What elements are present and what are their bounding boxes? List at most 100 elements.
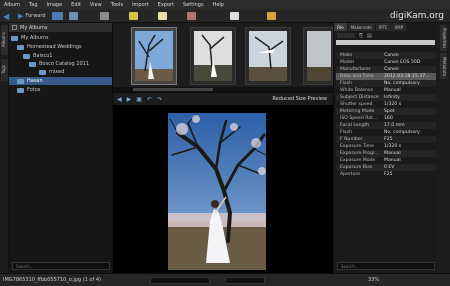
metadata-row[interactable]: Exposure Bias 0 EV bbox=[336, 164, 436, 171]
thumbnail-image bbox=[249, 31, 287, 81]
menu-album[interactable]: Album bbox=[4, 2, 20, 8]
menu-import[interactable]: Import bbox=[132, 2, 149, 8]
metadata-row[interactable]: Manufacturer Canon bbox=[336, 66, 436, 73]
menubar: Album Tag Image Edit View Tools Import E… bbox=[0, 0, 450, 9]
thumbnail-scrollbar[interactable] bbox=[113, 87, 333, 92]
metadata-value: Manual bbox=[384, 158, 401, 163]
tab-file[interactable]: File bbox=[334, 23, 347, 31]
prev-image-icon[interactable]: ◀ bbox=[117, 96, 122, 103]
next-image-icon[interactable]: ▶ bbox=[127, 96, 132, 103]
album-node-label: Hasan bbox=[27, 78, 43, 84]
metadata-key: Manufacturer bbox=[340, 67, 371, 72]
metadata-row[interactable]: Subject Distance Infinity bbox=[336, 94, 436, 101]
menu-edit[interactable]: Edit bbox=[71, 2, 81, 8]
rotate-left-icon[interactable]: ↶ bbox=[147, 96, 152, 103]
metadata-row[interactable]: ISO Speed Rat... 160 bbox=[336, 115, 436, 122]
thumbnail-item[interactable] bbox=[303, 27, 333, 85]
album-node[interactable]: Baisco1 bbox=[23, 52, 52, 60]
light-table-button[interactable] bbox=[99, 11, 109, 21]
menu-tag[interactable]: Tag bbox=[29, 2, 37, 8]
metadata-value: No, compulsory bbox=[384, 130, 420, 135]
metadata-row[interactable]: Shutter speed 1/320 s bbox=[336, 101, 436, 108]
thumbnail-bar bbox=[113, 23, 333, 93]
thumbnail-item[interactable] bbox=[245, 27, 291, 85]
menu-export[interactable]: Export bbox=[158, 2, 174, 8]
metadata-row[interactable]: Exposure Progr... Manual bbox=[336, 150, 436, 157]
menu-image[interactable]: Image bbox=[47, 2, 63, 8]
metadata-value: 17.0 mm bbox=[384, 123, 405, 128]
album-node[interactable]: Fotos bbox=[17, 86, 40, 94]
menu-view[interactable]: View bbox=[90, 2, 102, 8]
tab-xmp[interactable]: XMP bbox=[391, 23, 407, 31]
metadata-row[interactable]: Date and Time 2012:03:18 15:37... bbox=[336, 73, 436, 80]
thumbnail-item[interactable] bbox=[190, 27, 236, 85]
thumbnail-item[interactable] bbox=[131, 27, 177, 85]
header-checkbox[interactable] bbox=[12, 25, 17, 30]
metadata-value: Infinity bbox=[384, 95, 400, 100]
thumbnail-image bbox=[194, 31, 232, 81]
print-metadata-icon[interactable]: ▤ bbox=[367, 33, 372, 39]
albums-side-tab[interactable]: Albums bbox=[1, 25, 8, 55]
thumbnail-scroll-handle[interactable] bbox=[133, 88, 213, 91]
view-mode-select[interactable] bbox=[337, 33, 355, 38]
metadata-row[interactable]: Model Canon EOS 50D bbox=[336, 59, 436, 66]
save-metadata-icon[interactable]: ⎘ bbox=[359, 33, 363, 39]
forward-button[interactable]: ▶ Forward bbox=[18, 11, 46, 21]
menu-tools[interactable]: Tools bbox=[111, 2, 123, 8]
metadata-row[interactable]: Focal Length 17.0 mm bbox=[336, 122, 436, 129]
menu-help[interactable]: Help bbox=[213, 2, 224, 8]
metadata-search-input[interactable]: Search... bbox=[337, 262, 435, 270]
metadata-row[interactable]: Metering Mode Spot bbox=[336, 108, 436, 115]
slideshow-button[interactable] bbox=[128, 11, 138, 21]
image-preview[interactable] bbox=[113, 105, 333, 273]
album-tree-title: My Albums bbox=[20, 24, 48, 31]
album-node-label: Bosco Catalog 2011 bbox=[39, 61, 90, 67]
edit-button[interactable] bbox=[157, 11, 167, 21]
tools-button[interactable] bbox=[186, 11, 196, 21]
metadata-value: Spot bbox=[384, 109, 395, 114]
digikam-window: Album Tag Image Edit View Tools Import E… bbox=[0, 0, 450, 286]
new-album-button[interactable] bbox=[51, 11, 63, 21]
album-node-selected[interactable]: Hasan bbox=[9, 77, 112, 85]
metadata-key: Exposure Mode bbox=[340, 158, 376, 163]
metadata-row[interactable]: Aperture F25 bbox=[336, 171, 436, 178]
preview-mode-label: Reduced Size Preview bbox=[272, 96, 327, 102]
metadata-tabs: File Makernote IPTC XMP bbox=[334, 23, 437, 31]
zoom-slider[interactable] bbox=[225, 276, 265, 284]
metadata-value: 1/320 s bbox=[384, 102, 402, 107]
metadata-row[interactable]: F Number F25 bbox=[336, 136, 436, 143]
metadata-row[interactable]: White Balance Manual bbox=[336, 87, 436, 94]
properties-side-tab[interactable]: Properties bbox=[440, 25, 447, 51]
rotate-right-icon[interactable]: ↷ bbox=[157, 96, 162, 103]
metadata-key: Exposure Time bbox=[340, 144, 374, 149]
folder-icon bbox=[17, 87, 24, 93]
fullscreen-button[interactable] bbox=[229, 11, 239, 21]
metadata-row[interactable]: Flash No, compulsory bbox=[336, 129, 436, 136]
folder-icon bbox=[17, 44, 24, 50]
tab-iptc[interactable]: IPTC bbox=[375, 23, 391, 31]
filter-input[interactable] bbox=[150, 276, 210, 284]
tags-side-tab[interactable]: Tags bbox=[1, 59, 8, 81]
metadata-key: ISO Speed Rat... bbox=[340, 116, 378, 121]
edit-image-icon[interactable]: ▣ bbox=[136, 96, 142, 103]
batch-queue-icon bbox=[266, 11, 276, 20]
folder-icon bbox=[11, 35, 18, 41]
image-editor-button[interactable] bbox=[68, 11, 78, 21]
metadata-value: Canon bbox=[384, 53, 399, 58]
album-search-input[interactable]: Search... bbox=[12, 262, 110, 270]
album-node-root[interactable]: My Albums bbox=[11, 34, 49, 42]
back-button[interactable]: ◀ bbox=[3, 11, 12, 21]
album-node[interactable]: mixed bbox=[39, 68, 64, 76]
metadata-side-tab[interactable]: Metadata bbox=[440, 53, 447, 79]
metadata-row[interactable]: Flash No, compulsory bbox=[336, 80, 436, 87]
tab-makernote[interactable]: Makernote bbox=[347, 23, 375, 31]
metadata-key: Flash bbox=[340, 130, 353, 135]
menu-settings[interactable]: Settings bbox=[183, 2, 204, 8]
batch-queue-button[interactable] bbox=[266, 11, 276, 21]
album-node[interactable]: Bosco Catalog 2011 bbox=[29, 60, 89, 68]
album-node[interactable]: Homestead Weddings bbox=[17, 43, 82, 51]
metadata-row[interactable]: Exposure Time 1/320 s bbox=[336, 143, 436, 150]
metadata-row[interactable]: Make Canon bbox=[336, 52, 436, 59]
metadata-row[interactable]: Exposure Mode Manual bbox=[336, 157, 436, 164]
album-node-label: Homestead Weddings bbox=[27, 44, 82, 50]
